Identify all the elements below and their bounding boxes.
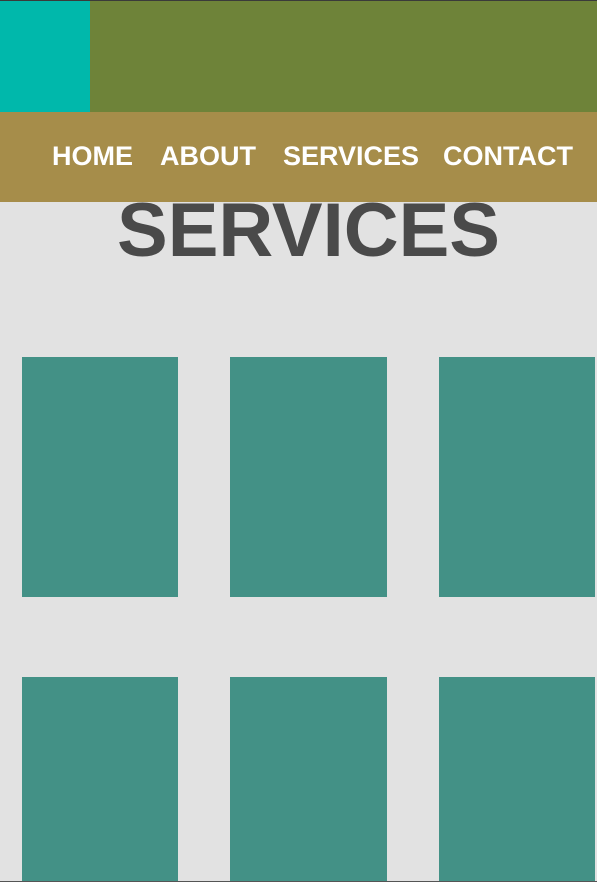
service-card[interactable]	[439, 677, 595, 882]
header-banner	[90, 1, 597, 112]
service-card[interactable]	[230, 357, 387, 597]
service-card[interactable]	[22, 357, 178, 597]
page: HOME ABOUT SERVICES CONTACT SERVICES	[0, 0, 597, 882]
nav-item-services[interactable]: SERVICES	[283, 139, 419, 173]
service-card[interactable]	[230, 677, 387, 882]
service-card[interactable]	[439, 357, 595, 597]
page-title: SERVICES	[117, 188, 500, 273]
service-card[interactable]	[22, 677, 178, 882]
nav-item-home[interactable]: HOME	[52, 139, 133, 173]
logo-block[interactable]	[0, 1, 90, 112]
nav-item-contact[interactable]: CONTACT	[443, 139, 573, 173]
nav-item-about[interactable]: ABOUT	[160, 139, 256, 173]
